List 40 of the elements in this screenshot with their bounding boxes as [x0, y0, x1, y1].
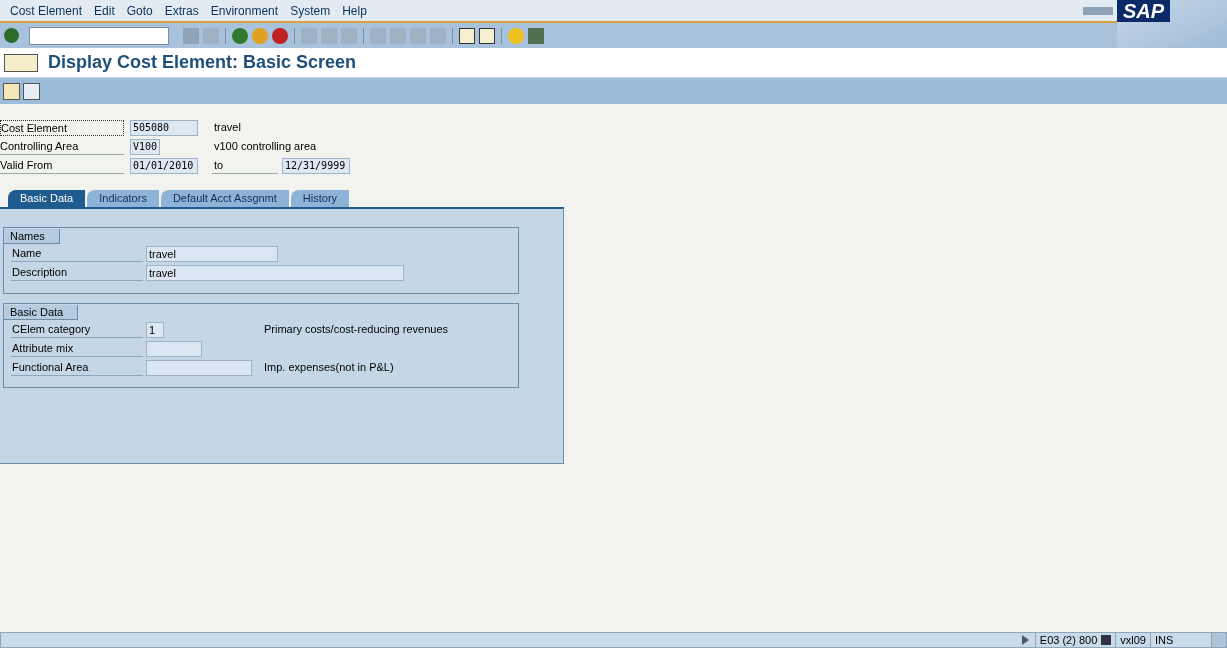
menu-item[interactable]: System: [290, 1, 331, 20]
tab[interactable]: Indicators: [87, 190, 159, 207]
logo: SAP: [1117, 0, 1171, 22]
field-description: Imp. expenses(not in P&L): [264, 360, 395, 376]
menu-item[interactable]: Goto: [126, 1, 153, 20]
input-field[interactable]: [146, 359, 252, 376]
field-label: CElem category: [11, 321, 143, 338]
expand-icon[interactable]: [1021, 635, 1029, 645]
command-field[interactable]: [29, 26, 169, 45]
screen-title: Display Cost Element: Basic Screen: [48, 51, 357, 74]
tab[interactable]: History: [290, 190, 350, 207]
input-field[interactable]: [146, 340, 202, 357]
menu-item[interactable]: Edit: [94, 1, 115, 20]
field-description: v100 controlling area: [214, 139, 317, 155]
field-label: Cost Element: [0, 119, 124, 136]
menu-item[interactable]: Environment: [210, 1, 279, 20]
input-field[interactable]: V100: [130, 138, 160, 155]
input-field[interactable]: 1: [146, 321, 164, 338]
group-title: Basic Data: [4, 304, 79, 320]
group-title: Names: [4, 229, 60, 244]
input-field[interactable]: 12/31/9999: [282, 157, 350, 174]
tab[interactable]: Default Acct Assgnmt: [160, 190, 289, 207]
field-label: Functional Area: [11, 359, 143, 376]
field-label: Controlling Area: [0, 138, 124, 155]
tab[interactable]: Basic Data: [8, 190, 86, 207]
field-label: Description: [11, 265, 143, 281]
input-field[interactable]: 01/01/2010: [130, 157, 198, 174]
field-label: Valid From: [0, 157, 124, 174]
menu-item[interactable]: Help: [342, 1, 367, 20]
field-label: Attribute mix: [11, 340, 143, 357]
input-field[interactable]: travel: [146, 265, 404, 281]
menu-item[interactable]: Extras: [164, 1, 199, 20]
field-description: Primary costs/cost-reducing revenues: [264, 322, 449, 338]
field-label: to: [212, 157, 278, 174]
field-description: travel: [214, 120, 241, 136]
input-field[interactable]: travel: [146, 246, 278, 262]
field-label: Name: [11, 246, 143, 262]
server-name: vxl09: [1115, 631, 1150, 648]
menu-item[interactable]: Cost Element: [10, 1, 83, 20]
input-field[interactable]: 505080: [130, 119, 198, 136]
